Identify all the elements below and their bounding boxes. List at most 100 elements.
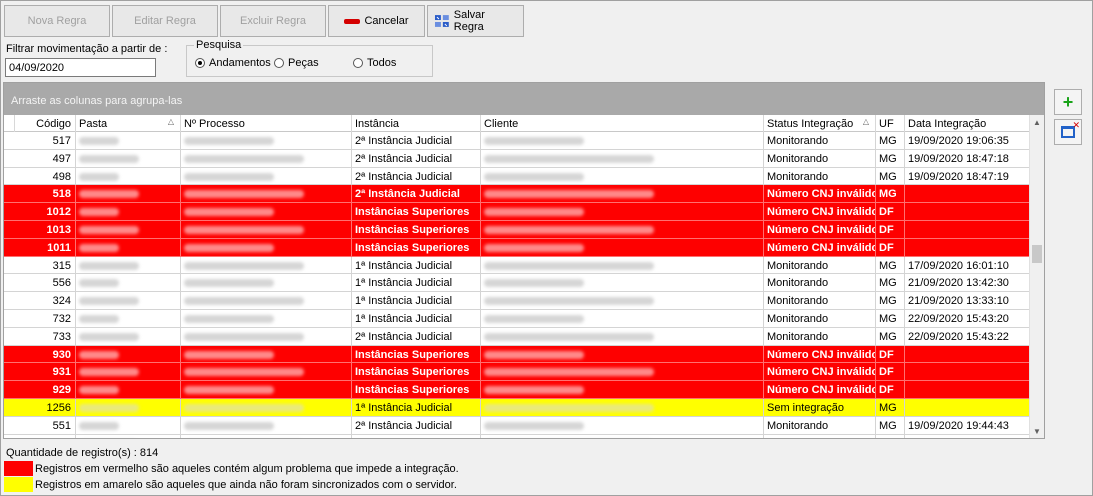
row-indicator <box>4 328 15 345</box>
header-cliente[interactable]: Cliente <box>481 115 764 132</box>
cell-pasta <box>76 185 181 203</box>
redacted-text <box>79 208 119 217</box>
excluir-regra-button[interactable]: Excluir Regra <box>220 5 326 37</box>
cell-uf: DF <box>876 238 905 256</box>
cell-data: 19/09/2020 19:06:35 <box>908 135 1009 147</box>
table-row[interactable]: 1011 Instâncias Superiores Número CNJ invá… <box>4 238 1030 257</box>
header-status[interactable]: Status Integração △ <box>764 115 876 132</box>
export-button[interactable] <box>1054 119 1082 145</box>
cell-instancia: Instâncias Superiores <box>352 381 481 398</box>
table-row[interactable]: 1013 Instâncias Superiores Número CNJ invá… <box>4 220 1030 239</box>
table-row[interactable]: 551 2ª Instância Judicial Monitorando MG 19/… <box>4 416 1030 435</box>
cell-pasta <box>76 132 181 149</box>
scroll-up-icon[interactable]: ▲ <box>1030 115 1044 130</box>
cell-uf: DF <box>876 220 905 238</box>
row-indicator <box>4 239 15 256</box>
redacted-text <box>484 314 584 323</box>
redacted-text <box>184 137 274 145</box>
cell-cliente <box>481 220 764 238</box>
header-data[interactable]: Data Integração <box>905 115 1030 132</box>
cell-status: Número CNJ inválido <box>764 238 876 256</box>
row-indicator <box>4 168 15 185</box>
cell-instancia: Instâncias Superiores <box>352 345 481 363</box>
scroll-thumb[interactable] <box>1032 245 1042 263</box>
cell-codigo: 1256 <box>15 398 76 416</box>
cell-data: 17/09/2020 16:01:10 <box>908 259 1009 272</box>
cell-pasta <box>76 363 181 381</box>
record-count: Quantidade de registro(s) : 814 <box>6 447 159 459</box>
cell-codigo: 1011 <box>15 238 76 256</box>
redacted-text <box>484 368 654 377</box>
redacted-text <box>79 403 139 412</box>
filter-date-input[interactable] <box>5 58 156 77</box>
cell-status: Número CNJ inválido <box>764 220 876 238</box>
cancelar-label: Cancelar <box>364 15 409 27</box>
group-by-panel[interactable]: Arraste as colunas para agrupa-las <box>4 83 1044 115</box>
cell-cliente <box>481 256 764 274</box>
cancelar-button[interactable]: Cancelar <box>328 5 425 37</box>
table-row[interactable]: 1ª Instância Judicial MonitorandoMG <box>4 434 1030 438</box>
salvar-regra-button[interactable]: Salvar Regra <box>427 5 524 37</box>
table-row[interactable]: 1012 Instâncias Superiores Número CNJ invá… <box>4 203 1030 221</box>
table-row[interactable]: 931 Instâncias Superiores Número CNJ invál… <box>4 363 1030 382</box>
table-row[interactable]: 498 2ª Instância Judicial Monitorando MG 19/… <box>4 167 1030 186</box>
table-row[interactable]: 497 2ª Instância Judicial Monitorando MG 19/… <box>4 149 1030 168</box>
table-row[interactable]: 929 Instâncias Superiores Número CNJ invál… <box>4 381 1030 399</box>
radio-dot-icon <box>274 58 284 68</box>
table-row[interactable]: 1256 1ª Instância Judicial Sem integração M… <box>4 398 1030 417</box>
legend-yellow: Registros em amarelo são aqueles que ain… <box>4 477 457 492</box>
redacted-text <box>184 190 304 199</box>
header-processo[interactable]: Nº Processo <box>181 115 352 132</box>
row-indicator <box>4 132 15 149</box>
table-row[interactable]: 517 2ª Instância Judicial Monitorando MG 19/… <box>4 132 1030 150</box>
redacted-text <box>79 243 119 252</box>
cell-codigo: 733 <box>15 327 76 345</box>
radio-andamentos[interactable]: Andamentos <box>195 57 271 69</box>
cell-uf: MG <box>876 434 905 438</box>
grid-rows: 517 2ª Instância Judicial Monitorando MG 19/… <box>4 132 1030 438</box>
add-button[interactable]: + <box>1054 89 1082 115</box>
header-uf[interactable]: UF <box>876 115 905 132</box>
cell-data <box>905 363 1030 380</box>
table-row[interactable]: 732 1ª Instância Judicial Monitorando MG 22/… <box>4 309 1030 328</box>
cell-status: Monitorando <box>764 167 876 185</box>
cell-codigo <box>15 434 76 438</box>
table-row[interactable]: 315 1ª Instância Judicial Monitorando MG 17/… <box>4 256 1030 275</box>
scroll-down-icon[interactable]: ▼ <box>1030 424 1044 438</box>
cell-instancia: 2ª Instância Judicial <box>352 132 481 149</box>
row-indicator <box>4 363 15 380</box>
table-row[interactable]: 518 2ª Instância Judicial Número CNJ invál… <box>4 185 1030 204</box>
nova-regra-button[interactable]: Nova Regra <box>4 5 110 37</box>
table-row[interactable]: 733 2ª Instância Judicial Monitorando MG 22/… <box>4 327 1030 346</box>
cell-processo <box>181 363 352 381</box>
cell-status: Número CNJ inválido <box>764 381 876 398</box>
header-pasta[interactable]: Pasta △ <box>76 115 181 132</box>
radio-pecas[interactable]: Peças <box>274 57 319 69</box>
header-instancia[interactable]: Instância <box>352 115 481 132</box>
cell-status: Monitorando <box>764 132 876 149</box>
editar-regra-button[interactable]: Editar Regra <box>112 5 218 37</box>
vertical-scrollbar[interactable]: ▲ ▼ <box>1029 115 1044 438</box>
redacted-text <box>79 261 139 270</box>
row-indicator <box>4 274 15 291</box>
redacted-text <box>184 350 274 359</box>
cell-processo <box>181 434 352 438</box>
table-row[interactable]: 324 1ª Instância Judicial Monitorando MG 21/… <box>4 292 1030 310</box>
redacted-text <box>484 279 584 288</box>
save-rules-icon <box>434 15 449 27</box>
cell-processo <box>181 167 352 185</box>
table-row[interactable]: 930 Instâncias Superiores Número CNJ invál… <box>4 345 1030 364</box>
redacted-text <box>184 332 304 341</box>
header-codigo[interactable]: Código <box>15 115 76 132</box>
row-indicator <box>4 435 15 438</box>
cell-cliente <box>481 238 764 256</box>
redacted-text <box>79 172 119 181</box>
cell-status: Número CNJ inválido <box>764 345 876 363</box>
radio-todos[interactable]: Todos <box>353 57 396 69</box>
cell-processo <box>181 132 352 149</box>
table-row[interactable]: 556 1ª Instância Judicial Monitorando MG 21/… <box>4 274 1030 293</box>
cell-processo <box>181 398 352 416</box>
redacted-text <box>79 368 139 377</box>
cell-processo <box>181 238 352 256</box>
cell-processo <box>181 274 352 292</box>
